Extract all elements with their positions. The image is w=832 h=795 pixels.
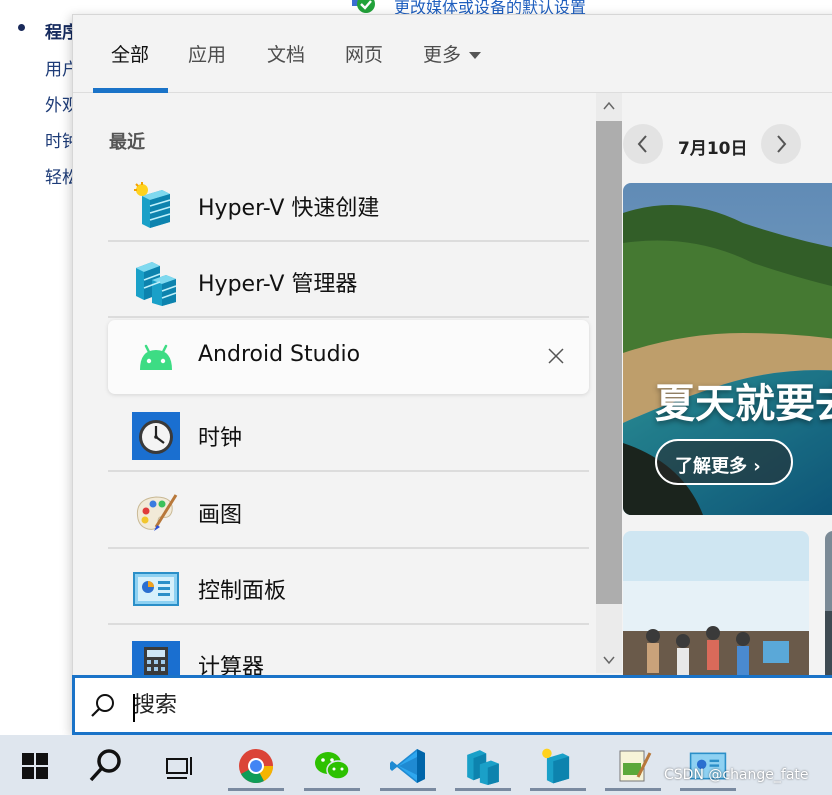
running-indicator: [680, 788, 736, 791]
text-cursor: [133, 694, 135, 722]
search-input[interactable]: [133, 688, 733, 722]
divider: [108, 470, 589, 472]
app-label: Hyper-V 快速创建: [198, 196, 380, 221]
android-icon: [140, 344, 172, 370]
search-icon: [91, 694, 114, 717]
list-item[interactable]: 时钟: [108, 398, 589, 472]
scrollbar-thumb[interactable]: [596, 121, 622, 604]
list-item[interactable]: 控制面板: [108, 551, 589, 625]
taskbar-wechat[interactable]: [304, 741, 360, 791]
tab-web[interactable]: 网页: [345, 40, 383, 67]
divider: [108, 547, 589, 549]
windows-start-icon: [22, 753, 48, 779]
chevron-up-icon[interactable]: [602, 99, 616, 113]
list-item[interactable]: Android Studio: [108, 320, 589, 394]
bullet: [18, 24, 25, 31]
close-icon[interactable]: [547, 347, 565, 365]
highlight-card[interactable]: [623, 531, 809, 691]
paint-icon: [136, 494, 178, 531]
wechat-icon: [315, 752, 350, 780]
notepad-icon: [619, 750, 652, 782]
date-label: 7月10日: [678, 139, 748, 159]
taskbar-hyperv-quick-create[interactable]: [530, 741, 586, 791]
next-day-button[interactable]: [761, 124, 801, 164]
card-photo: [825, 531, 832, 691]
search-icon: [89, 749, 121, 782]
task-view-button[interactable]: [150, 741, 206, 791]
chevron-down-icon[interactable]: [602, 653, 616, 667]
running-indicator: [455, 788, 511, 791]
taskbar-chrome[interactable]: [228, 741, 284, 791]
search-flyout: 全部 应用 文档 网页 更多 最近 Hyper-V 快速创建 Hyper-V 管…: [72, 14, 832, 735]
app-label: Android Studio: [198, 342, 361, 367]
running-indicator: [380, 788, 436, 791]
taskbar-control-panel[interactable]: [680, 741, 736, 791]
hero-title: 夏天就要去: [655, 381, 832, 427]
chrome-icon: [239, 749, 273, 783]
tab-more[interactable]: 更多: [423, 40, 482, 67]
running-indicator: [605, 788, 661, 791]
app-label: Hyper-V 管理器: [198, 272, 358, 297]
list-item[interactable]: 画图: [108, 475, 589, 549]
list-item[interactable]: Hyper-V 管理器: [108, 244, 589, 318]
previous-day-button[interactable]: [623, 124, 663, 164]
running-indicator: [304, 788, 360, 791]
highlight-hero-card[interactable]: 夏天就要去 了解更多 ›: [623, 183, 832, 515]
taskbar-vscode[interactable]: [380, 741, 436, 791]
active-tab-indicator: [93, 88, 168, 93]
hyperv-manager-icon: [467, 750, 499, 785]
running-indicator: [530, 788, 586, 791]
taskbar-notepad[interactable]: [605, 741, 661, 791]
people-photo: [623, 531, 809, 691]
hyperv-manager-icon: [136, 262, 177, 306]
task-view-icon: [166, 757, 192, 779]
divider: [108, 240, 589, 242]
hyperv-quick-create-icon: [542, 748, 570, 784]
chevron-left-icon: [637, 135, 647, 153]
shield-check-icon: [352, 0, 375, 13]
taskbar-search-button[interactable]: [78, 741, 134, 791]
taskbar-hyperv-manager[interactable]: [455, 741, 511, 791]
list-item[interactable]: Hyper-V 快速创建: [108, 168, 589, 242]
tab-apps[interactable]: 应用: [188, 40, 226, 67]
tab-all[interactable]: 全部: [111, 40, 149, 67]
start-button[interactable]: [8, 741, 64, 791]
vscode-icon: [390, 749, 425, 783]
chevron-right-icon: [777, 135, 787, 153]
hyperv-quick-create-icon: [134, 182, 171, 228]
control-panel-icon: [133, 572, 179, 606]
recent-heading: 最近: [109, 132, 145, 153]
app-label: 控制面板: [198, 579, 287, 604]
app-label: 时钟: [198, 426, 243, 451]
search-tabs: 全部 应用 文档 网页 更多: [73, 15, 832, 93]
tab-more-label: 更多: [423, 44, 462, 66]
taskbar: CSDN @change_fate: [0, 735, 832, 795]
search-box: [72, 675, 832, 735]
tab-documents[interactable]: 文档: [267, 40, 305, 67]
running-indicator: [228, 788, 284, 791]
chevron-down-icon: [469, 52, 482, 59]
watermark: CSDN @change_fate: [664, 767, 809, 783]
app-label: 画图: [198, 503, 243, 528]
clock-icon: [132, 412, 180, 460]
highlight-card[interactable]: [825, 531, 832, 691]
learn-more-button[interactable]: 了解更多 ›: [655, 439, 793, 485]
divider: [108, 316, 589, 318]
results-scrollbar[interactable]: [596, 93, 622, 673]
search-highlights: 7月10日 夏天就要去 了解更多 ›: [623, 93, 832, 691]
divider: [108, 623, 589, 625]
